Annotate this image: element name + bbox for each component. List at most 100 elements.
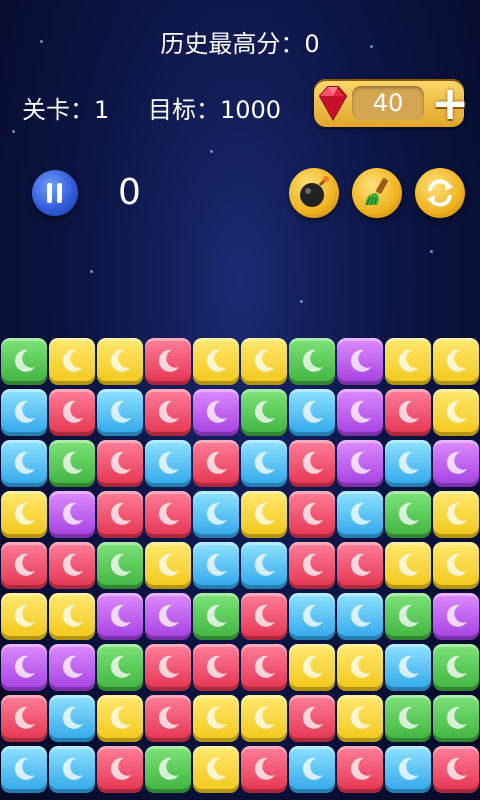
board-tile[interactable] <box>433 695 479 742</box>
board-tile[interactable] <box>289 695 335 742</box>
board-tile[interactable] <box>49 593 95 640</box>
board-tile[interactable] <box>193 389 239 436</box>
board-tile[interactable] <box>289 542 335 589</box>
board-tile[interactable] <box>193 491 239 538</box>
board-tile[interactable] <box>1 746 47 793</box>
board-tile[interactable] <box>385 389 431 436</box>
board-tile[interactable] <box>193 746 239 793</box>
board-tile[interactable] <box>145 644 191 691</box>
board-tile[interactable] <box>241 338 287 385</box>
board-tile[interactable] <box>97 644 143 691</box>
board-tile[interactable] <box>145 338 191 385</box>
board-tile[interactable] <box>193 338 239 385</box>
board-tile[interactable] <box>97 542 143 589</box>
board-tile[interactable] <box>241 644 287 691</box>
current-score: 0 <box>118 172 141 213</box>
board-tile[interactable] <box>1 695 47 742</box>
board-tile[interactable] <box>97 746 143 793</box>
board-tile[interactable] <box>289 593 335 640</box>
board-tile[interactable] <box>289 644 335 691</box>
board-tile[interactable] <box>145 491 191 538</box>
board-tile[interactable] <box>97 695 143 742</box>
board-tile[interactable] <box>337 491 383 538</box>
moon-icon <box>398 553 419 576</box>
board-tile[interactable] <box>385 644 431 691</box>
board-tile[interactable] <box>1 644 47 691</box>
moon-icon <box>302 757 323 780</box>
board-tile[interactable] <box>385 338 431 385</box>
board-tile[interactable] <box>433 338 479 385</box>
board-tile[interactable] <box>145 440 191 487</box>
board-tile[interactable] <box>49 542 95 589</box>
board-tile[interactable] <box>1 542 47 589</box>
board-tile[interactable] <box>337 338 383 385</box>
board-tile[interactable] <box>385 593 431 640</box>
board-tile[interactable] <box>385 746 431 793</box>
pause-button[interactable] <box>32 170 78 216</box>
board-tile[interactable] <box>1 389 47 436</box>
board-tile[interactable] <box>433 644 479 691</box>
board-tile[interactable] <box>1 440 47 487</box>
board-tile[interactable] <box>1 491 47 538</box>
board-tile[interactable] <box>337 389 383 436</box>
board-tile[interactable] <box>385 440 431 487</box>
board-tile[interactable] <box>49 491 95 538</box>
board-tile[interactable] <box>49 746 95 793</box>
board-tile[interactable] <box>433 491 479 538</box>
board-tile[interactable] <box>241 695 287 742</box>
board-tile[interactable] <box>97 440 143 487</box>
board-tile[interactable] <box>241 389 287 436</box>
board-tile[interactable] <box>193 593 239 640</box>
board-tile[interactable] <box>289 491 335 538</box>
board-tile[interactable] <box>337 593 383 640</box>
board-tile[interactable] <box>145 542 191 589</box>
board-tile[interactable] <box>1 338 47 385</box>
board-tile[interactable] <box>49 440 95 487</box>
board-tile[interactable] <box>337 542 383 589</box>
board-tile[interactable] <box>1 593 47 640</box>
board-tile[interactable] <box>433 542 479 589</box>
board-tile[interactable] <box>193 542 239 589</box>
board-tile[interactable] <box>337 746 383 793</box>
board-tile[interactable] <box>433 440 479 487</box>
add-gems-button[interactable]: + <box>430 80 470 126</box>
board-tile[interactable] <box>97 491 143 538</box>
board-tile[interactable] <box>289 338 335 385</box>
board-tile[interactable] <box>433 389 479 436</box>
board-tile[interactable] <box>145 695 191 742</box>
board-tile[interactable] <box>289 440 335 487</box>
board-tile[interactable] <box>49 389 95 436</box>
brush-tool-button[interactable] <box>352 168 402 218</box>
board-tile[interactable] <box>241 746 287 793</box>
board-tile[interactable] <box>385 695 431 742</box>
board-tile[interactable] <box>193 695 239 742</box>
board-tile[interactable] <box>145 389 191 436</box>
board-tile[interactable] <box>193 440 239 487</box>
moon-icon <box>62 553 83 576</box>
board-tile[interactable] <box>289 389 335 436</box>
board-tile[interactable] <box>49 695 95 742</box>
board-tile[interactable] <box>289 746 335 793</box>
board-tile[interactable] <box>337 440 383 487</box>
board-tile[interactable] <box>241 542 287 589</box>
board-tile[interactable] <box>145 746 191 793</box>
bomb-tool-button[interactable] <box>289 168 339 218</box>
board-tile[interactable] <box>433 746 479 793</box>
board-tile[interactable] <box>49 338 95 385</box>
board-tile[interactable] <box>97 338 143 385</box>
board-tile[interactable] <box>241 491 287 538</box>
board-tile[interactable] <box>241 593 287 640</box>
board-tile[interactable] <box>337 644 383 691</box>
board-tile[interactable] <box>385 542 431 589</box>
refresh-tool-button[interactable] <box>415 168 465 218</box>
board-tile[interactable] <box>337 695 383 742</box>
board-tile[interactable] <box>193 644 239 691</box>
board-tile[interactable] <box>49 644 95 691</box>
board-tile[interactable] <box>145 593 191 640</box>
board-tile[interactable] <box>241 440 287 487</box>
board-tile[interactable] <box>433 593 479 640</box>
board-tile[interactable] <box>385 491 431 538</box>
board-tile[interactable] <box>97 389 143 436</box>
board-tile[interactable] <box>97 593 143 640</box>
moon-icon <box>206 553 227 576</box>
